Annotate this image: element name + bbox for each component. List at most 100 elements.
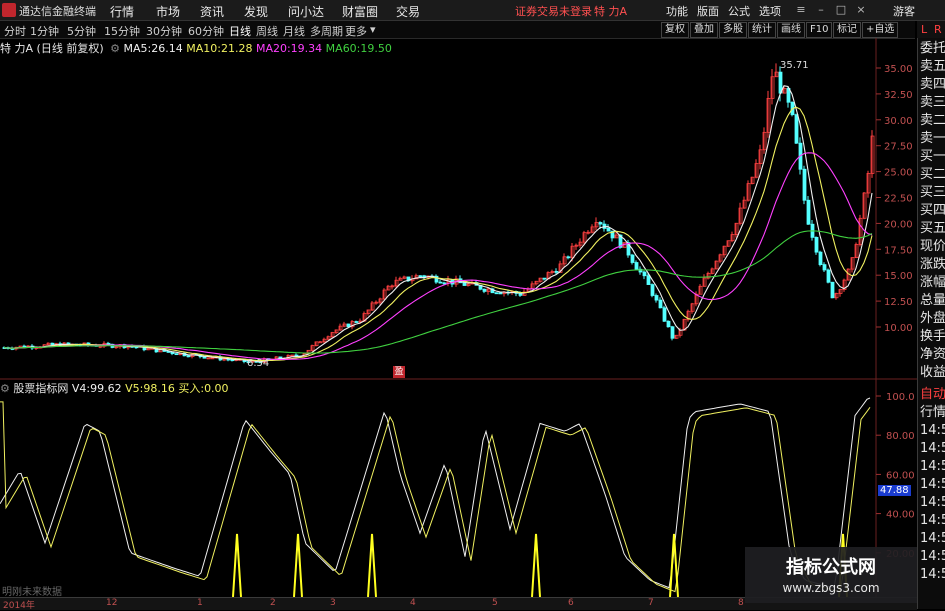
mark-button[interactable]: 标记 (833, 22, 861, 38)
add-watchlist-button[interactable]: +自选 (862, 22, 899, 38)
period-more[interactable]: 更多 (345, 23, 367, 39)
overlay-button[interactable]: 叠加 (690, 22, 718, 38)
menu-item-market-quotes[interactable]: 行情 (110, 3, 134, 20)
indicator-name[interactable]: 股票指标网 (13, 382, 68, 395)
tick-time: 14:5 (920, 441, 945, 456)
menu-item-discover[interactable]: 发现 (244, 3, 268, 20)
indicator-settings-icon[interactable]: ⚙ (0, 382, 10, 395)
candle-down (186, 355, 191, 358)
adjust-button[interactable]: 复权 (661, 22, 689, 38)
menu-item-ask[interactable]: 问小达 (288, 3, 324, 20)
period-more-chevron-icon[interactable]: ▾ (370, 23, 376, 36)
period-multi[interactable]: 多周期 (310, 23, 343, 39)
panel-item-earnings: 收益 (920, 365, 945, 380)
login-notice[interactable]: 证券交易未登录 (515, 3, 592, 19)
buy-signal-spike (669, 533, 679, 597)
date-tick: 2 (270, 598, 276, 608)
candle-down (646, 275, 651, 285)
panel-item-bid2: 买二 (920, 167, 945, 182)
period-60min[interactable]: 60分钟 (188, 23, 224, 39)
panel-item-bid5: 买五 (920, 221, 945, 236)
candle-down (826, 269, 831, 283)
period-30min[interactable]: 30分钟 (146, 23, 182, 39)
ma20-line (3, 152, 873, 361)
panel-item-outer-volume: 外盘 (920, 311, 945, 326)
candle-up (318, 341, 323, 344)
price-tick-label: 22.50 (884, 194, 913, 205)
right-toggle[interactable]: R (934, 23, 942, 36)
menu-item-trade[interactable]: 交易 (396, 3, 420, 20)
menu-item-layout[interactable]: 版面 (697, 3, 719, 19)
period-monthly[interactable]: 月线 (283, 23, 305, 39)
date-tick: 3 (330, 598, 336, 608)
menu-item-wealth-circle[interactable]: 财富圈 (342, 3, 378, 20)
v4-value: 99.62 (90, 382, 122, 395)
candle-down (174, 353, 179, 356)
candle-down (634, 262, 639, 270)
period-5min[interactable]: 5分钟 (67, 23, 96, 39)
candle-down (806, 199, 811, 225)
candle-down (818, 251, 823, 266)
panel-item-price: 现价 (920, 239, 945, 254)
minimize-icon[interactable]: – (814, 3, 828, 16)
candle-down (658, 299, 663, 309)
v5-line (0, 401, 871, 593)
menu-item-options[interactable]: 选项 (759, 3, 781, 19)
tick-time: 14:5 (920, 495, 945, 510)
buy-label: 买入: (178, 382, 205, 395)
candle-down (566, 256, 571, 259)
price-tick-label: 15.00 (884, 271, 913, 282)
menu-icon[interactable]: ≡ (794, 3, 808, 16)
date-tick: 7 (648, 598, 654, 608)
menu-item-formula[interactable]: 公式 (728, 3, 750, 19)
maximize-icon[interactable]: □ (834, 3, 848, 16)
panel-item-quotes[interactable]: 行情 (920, 405, 945, 421)
candle-down (650, 284, 655, 296)
menu-item-function[interactable]: 功能 (666, 3, 688, 19)
left-toggle[interactable]: L (921, 23, 927, 36)
panel-item-auto[interactable]: 自动 (920, 387, 945, 403)
f10-button[interactable]: F10 (806, 22, 833, 38)
period-15min[interactable]: 15分钟 (104, 23, 140, 39)
candle-down (654, 295, 659, 301)
price-tick-label: 35.00 (884, 64, 913, 75)
period-intraday[interactable]: 分时 (4, 23, 26, 39)
tick-time: 14:5 (920, 423, 945, 438)
panel-item-change-pct: 涨幅 (920, 275, 945, 290)
price-tick-label: 20.00 (884, 219, 913, 230)
candle-down (598, 222, 603, 225)
tick-time: 14:5 (920, 513, 945, 528)
candle-down (606, 228, 611, 232)
date-tick: 1 (197, 598, 203, 608)
menu-bar: 通达信金融终端 行情 市场 资讯 发现 问小达 财富圈 交易 证券交易未登录 特… (0, 0, 945, 21)
price-tick-label: 32.50 (884, 90, 913, 101)
candle-down (462, 282, 467, 286)
guest-label[interactable]: 游客 (893, 3, 915, 19)
v4-line (0, 397, 871, 589)
candle-down (438, 281, 443, 284)
close-icon[interactable]: × (854, 3, 868, 16)
date-tick: 2014年 (3, 601, 35, 611)
period-weekly[interactable]: 周线 (256, 23, 278, 39)
panel-item-turnover: 换手 (920, 329, 945, 344)
period-1min[interactable]: 1分钟 (30, 23, 59, 39)
price-tick-label: 25.00 (884, 168, 913, 179)
candle-down (202, 356, 207, 359)
panel-item-ask1: 卖一 (920, 131, 945, 146)
panel-item-bid3: 买三 (920, 185, 945, 200)
tick-time: 14:5 (920, 531, 945, 546)
candle-down (630, 254, 635, 263)
multi-stock-button[interactable]: 多股 (719, 22, 747, 38)
candle-down (666, 320, 671, 328)
period-daily[interactable]: 日线 (229, 23, 251, 39)
panel-item-order[interactable]: 委托 (920, 41, 945, 57)
statistics-button[interactable]: 统计 (748, 22, 776, 38)
kline-chart-area[interactable]: 35.00 32.50 30.00 27.50 25.00 22.50 20.00 17.50… (0, 38, 917, 597)
draw-line-button[interactable]: 画线 (777, 22, 805, 38)
panel-item-ask4: 卖四 (920, 77, 945, 92)
ma10-line (3, 106, 873, 362)
menu-item-market[interactable]: 市场 (156, 3, 180, 20)
lr-toggle[interactable]: L R (917, 21, 945, 38)
menu-item-news[interactable]: 资讯 (200, 3, 224, 20)
buy-signal-spike (367, 533, 377, 597)
